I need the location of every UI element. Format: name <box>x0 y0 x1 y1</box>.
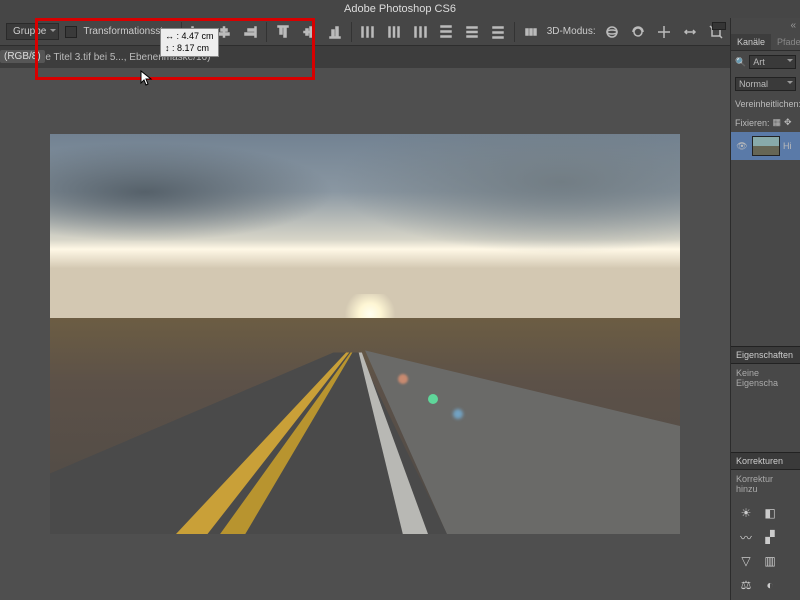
document-tab-bar: × Ohne Titel 3.tif bei 5..., Ebenenmaske… <box>0 46 800 68</box>
colormode-badge: (RGB/8) <box>0 50 45 63</box>
roll-icon[interactable] <box>628 22 648 42</box>
align-right-icon[interactable] <box>240 22 260 42</box>
adjustments-hint: Korrektur hinzu <box>731 470 800 498</box>
colorbalance-icon[interactable]: ⚖ <box>737 576 755 594</box>
measurement-tooltip: ↔ : 4.47 cm ↕ : 8.17 cm <box>160 28 219 57</box>
right-panels: « Kanäle Pfade 🔍 Art Normal Vereinheitli… <box>730 18 800 600</box>
app-titlebar: Adobe Photoshop CS6 <box>0 0 800 18</box>
properties-panel-tab[interactable]: Eigenschaften <box>731 346 800 364</box>
distribute-vcenter-icon[interactable] <box>462 22 482 42</box>
layer-visibility-icon[interactable]: 👁 <box>735 141 749 152</box>
adjustments-panel-tab[interactable]: Korrekturen <box>731 452 800 470</box>
distribute-widths-icon[interactable] <box>521 22 541 42</box>
layer-name[interactable]: Hi <box>783 141 792 151</box>
bw-icon[interactable]: ◐ <box>761 576 779 594</box>
align-top-icon[interactable] <box>273 22 293 42</box>
unify-row: Vereinheitlichen: <box>731 95 800 113</box>
vibrance-icon[interactable]: ▽ <box>737 552 755 570</box>
exposure-icon[interactable]: ▞ <box>761 528 779 546</box>
separator <box>514 22 515 42</box>
channels-tab[interactable]: Kanäle <box>731 34 771 50</box>
distribute-top-icon[interactable] <box>436 22 456 42</box>
distribute-bottom-icon[interactable] <box>488 22 508 42</box>
pan-icon[interactable] <box>654 22 674 42</box>
adjustments-icons: ☀ ◧ 〰 ▞ ▽ ▥ ⚖ ◐ <box>731 498 800 600</box>
curves-icon[interactable]: 〰 <box>737 528 755 546</box>
levels-icon[interactable]: ◧ <box>761 504 779 522</box>
properties-empty: Keine Eigenscha <box>731 364 800 392</box>
lock-label: Fixieren: <box>735 118 770 128</box>
distribute-right-icon[interactable] <box>410 22 430 42</box>
paths-tab[interactable]: Pfade <box>771 34 800 50</box>
filter-kind-dropdown[interactable]: Art <box>749 55 796 69</box>
document-canvas[interactable] <box>50 134 680 534</box>
filter-kind-icon[interactable]: 🔍 <box>735 57 746 68</box>
panel-scroll-up[interactable] <box>712 22 726 30</box>
group-dropdown[interactable]: Gruppe <box>6 23 59 40</box>
brightness-icon[interactable]: ☀ <box>737 504 755 522</box>
separator <box>266 22 267 42</box>
layer-thumbnail[interactable] <box>752 136 780 156</box>
align-vcenter-icon[interactable] <box>299 22 319 42</box>
show-transform-checkbox[interactable] <box>65 26 77 38</box>
hue-icon[interactable]: ▥ <box>761 552 779 570</box>
slide-icon[interactable] <box>680 22 700 42</box>
mode-3d-label: 3D-Modus: <box>547 26 596 37</box>
tooltip-height: ↕ : 8.17 cm <box>165 43 214 55</box>
distribute-left-icon[interactable] <box>358 22 378 42</box>
panel-collapse-icon[interactable]: « <box>731 18 800 34</box>
tooltip-width: ↔ : 4.47 cm <box>165 31 214 43</box>
canvas-area[interactable] <box>0 68 730 600</box>
options-bar: Gruppe Transformationsstrg. 3D-Modus: <box>0 18 800 46</box>
separator <box>351 22 352 42</box>
align-bottom-icon[interactable] <box>325 22 345 42</box>
lock-pixels-icon[interactable]: ▦ <box>773 117 782 128</box>
distribute-hcenter-icon[interactable] <box>384 22 404 42</box>
orbit-icon[interactable] <box>602 22 622 42</box>
mouse-cursor-icon <box>140 70 154 89</box>
lock-position-icon[interactable]: ✥ <box>784 117 792 128</box>
blend-mode-dropdown[interactable]: Normal <box>735 77 796 91</box>
